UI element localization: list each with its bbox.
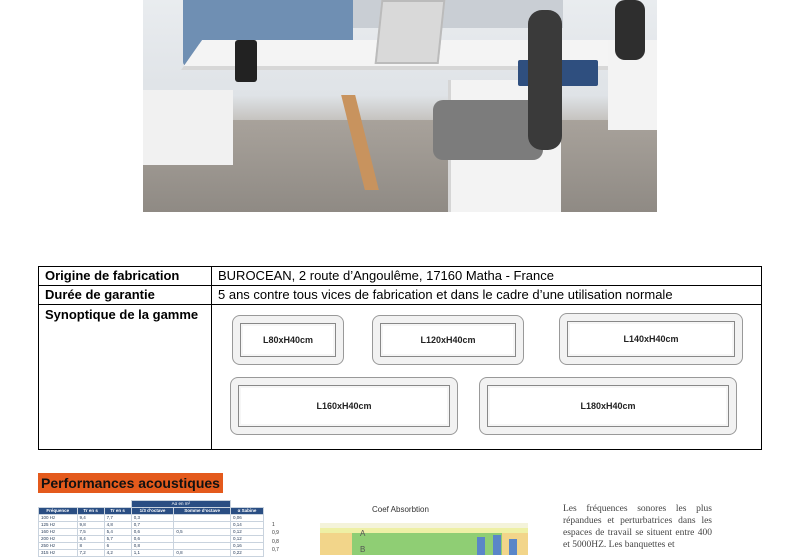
class-label: A	[360, 529, 366, 538]
size-panel: L160xH40cm	[230, 377, 458, 435]
range-synoptic: L80xH40cm L120xH40cm L140xH40cm L160xH40…	[212, 305, 761, 449]
table-row: 160 Hz 7,5 5,4 0,6 0,5 0,12	[38, 528, 265, 536]
photo-chair-back	[528, 10, 562, 150]
span-header: Aα en m²	[130, 500, 231, 508]
size-panel: L180xH40cm	[479, 377, 737, 435]
photo-chair-seat	[433, 100, 543, 160]
table-cell: 5,4	[103, 528, 132, 536]
table-row: Origine de fabrication BUROCEAN, 2 route…	[38, 266, 762, 286]
table-cell: 4,8	[103, 521, 132, 529]
chart-title: Coef Absorbtion	[372, 505, 429, 514]
table-cell: 125 Hz	[38, 521, 78, 529]
table-cell: 1,1	[130, 549, 175, 557]
range-label: Synoptique de la gamme	[45, 307, 199, 322]
y-axis: 1 0,9 0,8 0,7	[272, 521, 279, 555]
size-label: L180xH40cm	[487, 385, 729, 427]
table-cell: 315 Hz	[38, 549, 78, 557]
size-label: L140xH40cm	[567, 321, 735, 357]
table-cell: 100 Hz	[38, 514, 78, 522]
table-cell: 0,5	[173, 528, 231, 536]
y-tick-label: 1	[272, 522, 275, 528]
warranty-label: Durée de garantie	[38, 285, 212, 305]
table-cell: 0,8	[173, 549, 231, 557]
origin-label: Origine de fabrication	[38, 266, 212, 286]
table-row: Aα en m²	[39, 500, 264, 508]
table-cell: 0,12	[229, 528, 265, 536]
table-cell: 9,4	[76, 514, 105, 522]
table-cell: 8,4	[76, 535, 105, 543]
column-header: 1/3 d’octave	[130, 507, 175, 515]
table-cell	[173, 542, 231, 550]
product-info-table: Origine de fabrication BUROCEAN, 2 route…	[38, 266, 762, 450]
chart-bar	[509, 539, 517, 555]
range-cell: L80xH40cm L120xH40cm L140xH40cm L160xH40…	[211, 304, 762, 450]
acoustic-paragraph: Les fréquences sonores les plus répandue…	[563, 504, 712, 550]
y-tick-label: 0,8	[272, 538, 279, 545]
column-header: Tr en s	[103, 507, 132, 515]
table-row: 125 Hz 9,8 4,8 0,7 0,14	[38, 521, 265, 529]
size-label: L120xH40cm	[380, 323, 516, 357]
origin-value: BUROCEAN, 2 route d’Angoulême, 17160 Mat…	[211, 266, 762, 286]
column-header: α Sabine	[229, 507, 265, 515]
chart-bar	[493, 535, 501, 555]
size-label: L160xH40cm	[238, 385, 450, 427]
table-row: 100 Hz 9,4 7,7 0,3 0,06	[38, 514, 265, 522]
table-row: 200 Hz 8,4 5,7 0,6 0,12	[38, 535, 265, 543]
table-cell: 0,7	[130, 521, 175, 529]
table-cell: 9,8	[76, 521, 105, 529]
acoustic-table-body: 100 Hz 9,4 7,7 0,3 0,06 125 Hz 9,8 4,8 0,7 0,14 16…	[38, 514, 265, 557]
table-cell	[173, 514, 231, 522]
size-panel: L80xH40cm	[232, 315, 344, 365]
table-cell: 0,6	[130, 528, 175, 536]
photo-phone	[235, 40, 257, 82]
size-panel: L120xH40cm	[372, 315, 524, 365]
table-cell: 0,14	[229, 521, 265, 529]
warranty-value: 5 ans contre tous vices de fabrication e…	[211, 285, 762, 305]
table-row: Synoptique de la gamme L80xH40cm L120xH4…	[38, 304, 762, 450]
table-cell: 0,06	[229, 514, 265, 522]
y-tick-label: 0,9	[272, 530, 279, 537]
table-cell: 5,7	[103, 535, 132, 543]
size-panel: L140xH40cm	[559, 313, 743, 365]
y-tick-label: 0,7	[272, 547, 279, 554]
table-cell: 250 Hz	[38, 542, 78, 550]
absorption-chart: Coef Absorbtion 1 0,9 0,8 0,7 A B	[272, 503, 548, 555]
column-header: Somme d’octave	[173, 507, 231, 515]
table-cell: 0,22	[229, 549, 265, 557]
range-label-cell: Synoptique de la gamme	[38, 304, 212, 450]
table-cell: 200 Hz	[38, 535, 78, 543]
table-cell: 7,7	[103, 514, 132, 522]
size-label: L80xH40cm	[240, 323, 336, 357]
table-header-row: Fréquence Tr en s Tr en s 1/3 d’octave S…	[38, 507, 265, 515]
table-cell: 0,6	[130, 535, 175, 543]
table-cell: 7,5	[76, 528, 105, 536]
acoustic-table: Aα en m² Fréquence Tr en s Tr en s 1/3 d…	[38, 500, 265, 557]
table-row: 315 Hz 7,2 4,2 1,1 0,8 0,22	[38, 549, 265, 557]
photo-laptop	[374, 0, 446, 64]
table-cell: 0,12	[229, 535, 265, 543]
table-cell	[173, 535, 231, 543]
table-cell: 0,3	[130, 514, 175, 522]
class-label: B	[360, 545, 366, 554]
product-photo	[143, 0, 657, 212]
acoustic-title: Performances acoustiques	[38, 473, 223, 493]
table-cell: 8	[76, 542, 105, 550]
table-cell: 160 Hz	[38, 528, 78, 536]
table-row: 250 Hz 8 6 0,8 0,16	[38, 542, 265, 550]
table-cell: 0,16	[229, 542, 265, 550]
column-header: Fréquence	[38, 507, 78, 515]
photo-chair-back-2	[615, 0, 645, 60]
table-cell: 4,2	[103, 549, 132, 557]
table-cell: 6	[103, 542, 132, 550]
table-row: Durée de garantie 5 ans contre tous vice…	[38, 285, 762, 305]
table-cell: 0,8	[130, 542, 175, 550]
table-cell	[173, 521, 231, 529]
column-header: Tr en s	[76, 507, 105, 515]
table-cell: 7,2	[76, 549, 105, 557]
photo-cabinet-left	[143, 90, 233, 165]
chart-bar	[477, 537, 485, 555]
